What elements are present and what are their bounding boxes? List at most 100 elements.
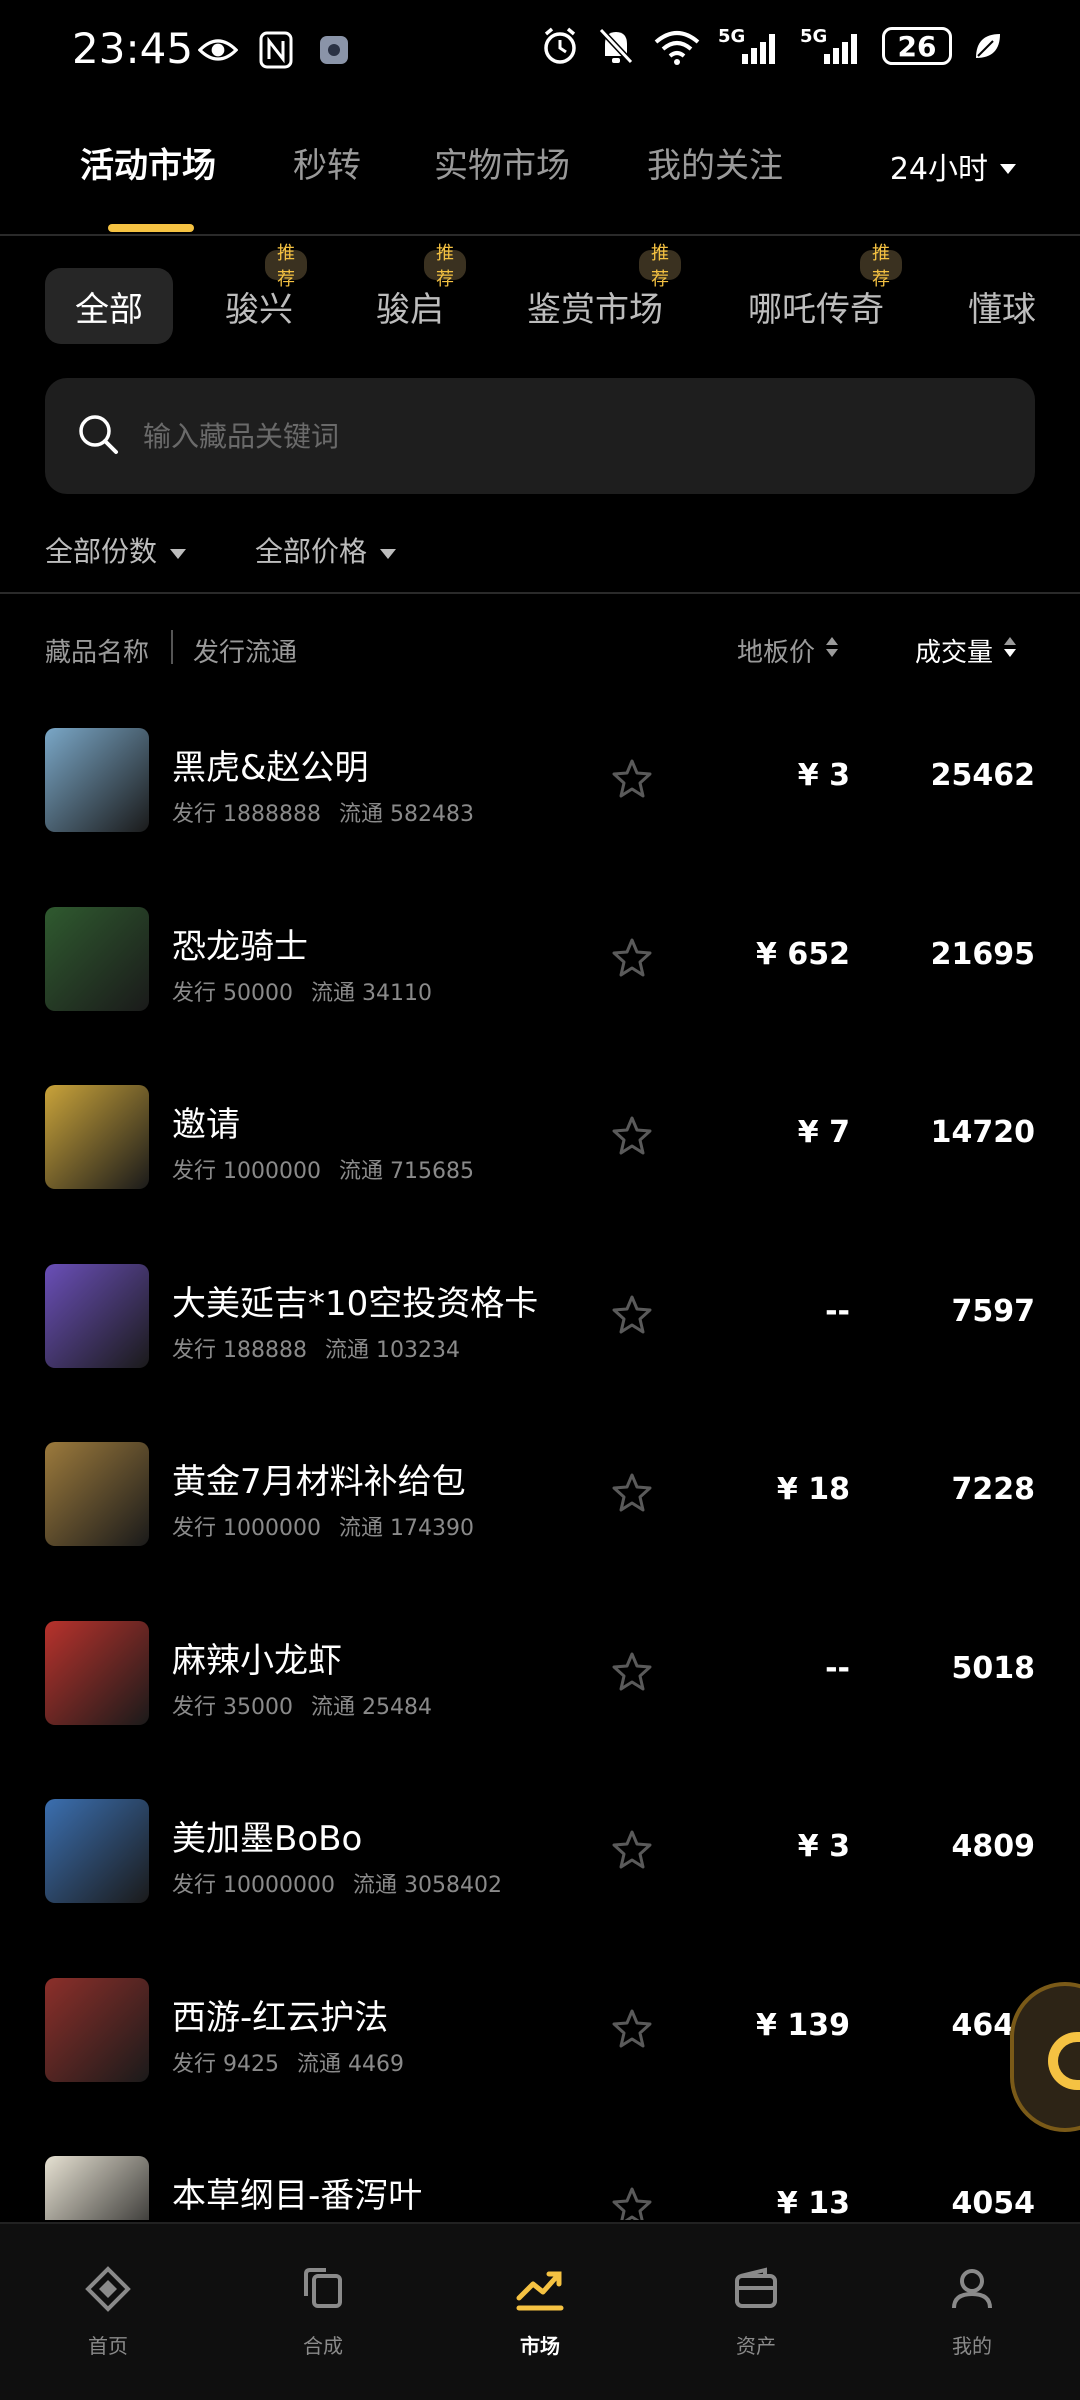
item-floor-price: --	[825, 1293, 850, 1329]
mute-bell-icon	[596, 26, 636, 66]
item-circulation: 流通 103234	[324, 1337, 460, 1363]
nav-profile[interactable]: 我的	[912, 2266, 1032, 2359]
favorite-star-icon[interactable]	[612, 2008, 652, 2048]
tab-physical-market[interactable]: 实物市场	[434, 138, 570, 187]
item-floor-price: ¥ 652	[756, 936, 850, 972]
column-volume-label: 成交量	[915, 638, 994, 668]
recommend-badge: 推荐	[639, 243, 681, 290]
header-divider	[0, 234, 1080, 236]
favorite-star-icon[interactable]	[612, 1294, 652, 1334]
favorite-star-icon[interactable]	[612, 2186, 652, 2220]
category-label: 鉴赏市场	[527, 289, 663, 330]
nav-market-label: 市场	[520, 2334, 560, 2358]
item-floor-price: --	[825, 1650, 850, 1686]
item-name: 黑虎&赵公明	[172, 748, 369, 788]
filter-divider	[0, 592, 1080, 594]
search-input[interactable]	[143, 419, 963, 453]
search-bar[interactable]	[45, 378, 1035, 494]
item-name: 麻辣小龙虾	[172, 1640, 342, 1681]
favorite-star-icon[interactable]	[612, 1829, 652, 1869]
item-volume: 5018	[951, 1650, 1036, 1686]
status-left-icons	[198, 30, 354, 70]
price-filter-label: 全部价格	[255, 535, 368, 568]
list-item[interactable]: 邀请发行 1000000 流通 715685 ¥ 7 14720	[0, 1057, 1080, 1235]
floating-action-button[interactable]	[1010, 1982, 1080, 2132]
bottom-navigation: 首页 合成 市场 资产 我的	[0, 2222, 1080, 2400]
item-name: 恐龙骑士	[172, 926, 308, 967]
item-name: 大美延吉*10空投资格卡	[172, 1283, 539, 1324]
nav-assets[interactable]: 资产	[696, 2266, 816, 2359]
item-circulation: 流通 3058402	[352, 1873, 502, 1898]
item-meta: 发行 35000 流通 25484	[172, 1689, 432, 1721]
category-all[interactable]: 全部	[45, 268, 173, 344]
item-thumbnail	[45, 1085, 149, 1189]
favorite-star-icon[interactable]	[612, 1472, 652, 1512]
category-chips: 全部 骏兴 推荐 骏启 推荐 鉴赏市场 推荐 哪吒传奇 推荐 懂球	[0, 243, 1080, 344]
list-item[interactable]: 本草纲目-番泻叶 ¥ 13 4054	[0, 2128, 1080, 2220]
nfc-icon	[256, 30, 296, 70]
item-floor-price: ¥ 7	[797, 1115, 850, 1150]
item-meta: 发行 1000000 流通 715685	[172, 1153, 474, 1185]
category-dongqiu[interactable]: 懂球	[968, 268, 1036, 344]
category-appreciation-market[interactable]: 鉴赏市场 推荐	[527, 243, 681, 344]
item-circulation: 流通 4469	[296, 2051, 404, 2077]
column-issue: 发行流通	[193, 638, 298, 668]
item-issue: 发行 188888	[172, 1337, 307, 1363]
signal-5g-icon-2: 5G	[800, 26, 866, 66]
quantity-filter[interactable]: 全部份数	[45, 528, 187, 572]
nav-home[interactable]: 首页	[48, 2266, 168, 2359]
category-junqi[interactable]: 骏启 推荐	[376, 243, 466, 344]
item-thumbnail	[45, 1442, 149, 1546]
favorite-star-icon[interactable]	[612, 1115, 652, 1155]
time-range-label: 24小时	[889, 152, 988, 187]
item-floor-price: ¥ 3	[797, 1829, 850, 1864]
item-volume: 21695	[930, 936, 1035, 972]
item-issue: 发行 50000	[172, 980, 293, 1006]
sort-icon	[1003, 635, 1017, 666]
nav-profile-label: 我的	[952, 2334, 992, 2358]
sort-by-volume[interactable]: 成交量	[915, 632, 1017, 669]
signal-5g-icon-1: 5G	[718, 26, 784, 66]
favorite-star-icon[interactable]	[612, 937, 652, 977]
time-range-selector[interactable]: 24小时	[890, 144, 1018, 188]
list-item[interactable]: 麻辣小龙虾发行 35000 流通 25484 -- 5018	[0, 1593, 1080, 1771]
caret-down-icon	[169, 534, 187, 567]
item-name: 邀请	[172, 1105, 240, 1145]
column-name: 藏品名称	[45, 638, 150, 668]
item-floor-price: ¥ 139	[756, 2007, 850, 2043]
list-item[interactable]: 西游-红云护法 发行 9425 流通 4469 ¥ 139 4643	[0, 1950, 1080, 2128]
synthesis-icon	[300, 2266, 346, 2316]
tab-instant-transfer[interactable]: 秒转	[293, 138, 361, 187]
category-nezha-legend[interactable]: 哪吒传奇 推荐	[748, 243, 902, 344]
caret-down-icon	[998, 149, 1018, 184]
list-item[interactable]: 恐龙骑士 发行 50000 流通 34110 ¥ 652 21695	[0, 879, 1080, 1057]
favorite-star-icon[interactable]	[612, 1651, 652, 1691]
headset-icon	[1048, 2032, 1080, 2090]
sort-by-price[interactable]: 地板价	[737, 632, 839, 669]
list-item[interactable]: 美加墨BoBo 发行 10000000 流通 3058402 ¥ 3 4809	[0, 1771, 1080, 1949]
status-right-icons: 5G 5G 26	[540, 26, 1008, 66]
list-item[interactable]: 大美延吉*10空投资格卡发行 188888 流通 103234 -- 7597	[0, 1236, 1080, 1414]
alarm-icon	[540, 26, 580, 66]
svg-text:5G: 5G	[800, 26, 827, 47]
tab-my-follows[interactable]: 我的关注	[647, 138, 783, 187]
item-issue: 发行 1000000	[172, 1516, 321, 1541]
favorite-star-icon[interactable]	[612, 758, 652, 798]
list-item[interactable]: 黑虎&赵公明 发行 1888888 流通 582483 ¥ 3 25462	[0, 700, 1080, 878]
item-volume: 14720	[930, 1115, 1035, 1150]
item-volume: 7597	[951, 1293, 1036, 1329]
tab-activity-market[interactable]: 活动市场	[80, 138, 216, 187]
item-circulation: 流通 174390	[338, 1516, 474, 1541]
nav-market[interactable]: 市场	[480, 2266, 600, 2359]
category-junxing[interactable]: 骏兴 推荐	[225, 243, 307, 344]
item-thumbnail	[45, 906, 149, 1011]
status-bar: 23:45 5G 5G 26	[0, 0, 1080, 100]
nav-synthesis[interactable]: 合成	[263, 2266, 383, 2359]
active-tab-indicator	[108, 224, 194, 232]
list-item[interactable]: 黄金7月材料补给包 发行 1000000 流通 174390 ¥ 18 7228	[0, 1414, 1080, 1592]
item-issue: 发行 1888888	[172, 802, 321, 827]
wifi-icon	[652, 26, 702, 66]
eye-icon	[198, 30, 238, 70]
price-filter[interactable]: 全部价格	[255, 528, 397, 572]
recommend-badge: 推荐	[424, 243, 466, 290]
